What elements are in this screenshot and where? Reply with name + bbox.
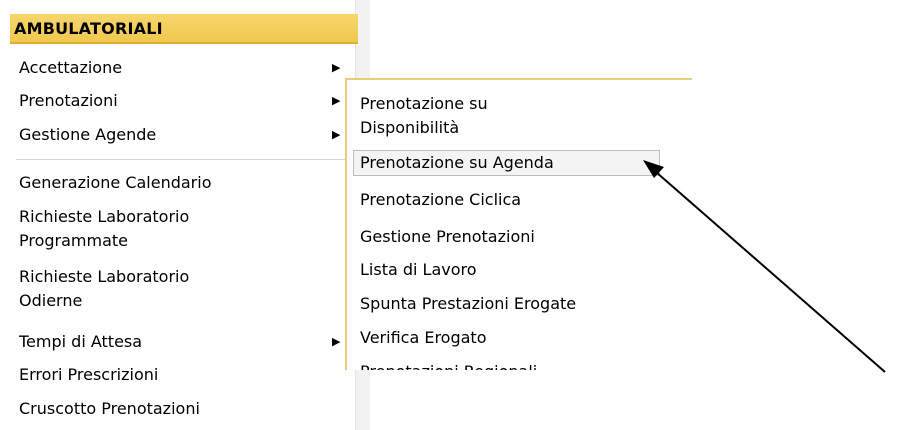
menu-item-label: Prenotazioni	[19, 91, 118, 110]
menu-item-gestione-agende[interactable]: Gestione Agende ▶	[19, 123, 349, 147]
menu-item-label: Gestione Agende	[19, 125, 157, 144]
submenu-item-label-line1: Prenotazione su	[360, 94, 488, 113]
submenu-item-prenotazioni-regionali[interactable]: Prenotazioni Regionali	[360, 360, 685, 370]
submenu-item-spunta-prestazioni[interactable]: Spunta Prestazioni Erogate	[360, 292, 685, 316]
submenu-item-label-line2: Disponibilità	[360, 118, 460, 137]
menu-item-errori-prescrizioni[interactable]: Errori Prescrizioni	[19, 363, 349, 387]
menu-item-cruscotto-prenotazioni[interactable]: Cruscotto Prenotazioni	[19, 397, 349, 421]
submenu-item-prenotazione-disponibilita[interactable]: Prenotazione su Disponibilità	[360, 92, 685, 140]
submenu-item-label: Spunta Prestazioni Erogate	[360, 294, 577, 313]
menu-item-label: Cruscotto Prenotazioni	[19, 399, 200, 418]
submenu-item-verifica-erogato[interactable]: Verifica Erogato	[360, 326, 685, 350]
menu-item-label: Errori Prescrizioni	[19, 365, 159, 384]
submenu-item-label: Prenotazioni Regionali	[360, 362, 537, 370]
menu-item-label-line2: Programmate	[19, 231, 129, 250]
main-menu-panel: AMBULATORIALI Accettazione ▶ Prenotazion…	[0, 0, 370, 430]
menu-item-label-line2: Odierne	[19, 291, 83, 310]
submenu-item-label: Prenotazione su Agenda	[360, 153, 554, 172]
submenu-item-label: Verifica Erogato	[360, 328, 487, 347]
submenu-arrow-icon: ▶	[332, 335, 341, 348]
menu-item-label: Accettazione	[19, 58, 123, 77]
menu-item-generazione-calendario[interactable]: Generazione Calendario	[19, 171, 349, 195]
section-header: AMBULATORIALI	[10, 14, 358, 44]
submenu-item-label: Lista di Lavoro	[360, 260, 477, 279]
submenu-item-gestione-prenotazioni[interactable]: Gestione Prenotazioni	[360, 225, 685, 249]
section-title: AMBULATORIALI	[14, 19, 163, 38]
menu-item-accettazione[interactable]: Accettazione ▶	[19, 56, 349, 80]
menu-item-richieste-programmate[interactable]: Richieste Laboratorio Programmate	[19, 205, 349, 253]
prenotazioni-submenu: Prenotazione su Disponibilità Prenotazio…	[345, 78, 692, 370]
submenu-arrow-icon: ▶	[332, 128, 341, 141]
submenu-item-label: Gestione Prenotazioni	[360, 227, 535, 246]
menu-item-richieste-odierne[interactable]: Richieste Laboratorio Odierne	[19, 265, 349, 313]
menu-item-prenotazioni[interactable]: Prenotazioni ▶	[19, 89, 349, 113]
menu-item-label-line1: Richieste Laboratorio	[19, 207, 190, 226]
submenu-item-lista-di-lavoro[interactable]: Lista di Lavoro	[360, 258, 685, 282]
submenu-item-label: Prenotazione Ciclica	[360, 190, 522, 209]
menu-item-label: Generazione Calendario	[19, 173, 212, 192]
menu-item-label: Tempi di Attesa	[19, 332, 143, 351]
submenu-arrow-icon: ▶	[332, 94, 341, 107]
menu-item-tempi-di-attesa[interactable]: Tempi di Attesa ▶	[19, 330, 349, 354]
submenu-item-prenotazione-agenda[interactable]: Prenotazione su Agenda	[353, 150, 660, 176]
menu-item-label-line1: Richieste Laboratorio	[19, 267, 190, 286]
submenu-arrow-icon: ▶	[332, 61, 341, 74]
menu-screen: AMBULATORIALI Accettazione ▶ Prenotazion…	[0, 0, 897, 430]
submenu-item-prenotazione-ciclica[interactable]: Prenotazione Ciclica	[360, 188, 685, 212]
menu-separator	[16, 159, 346, 160]
